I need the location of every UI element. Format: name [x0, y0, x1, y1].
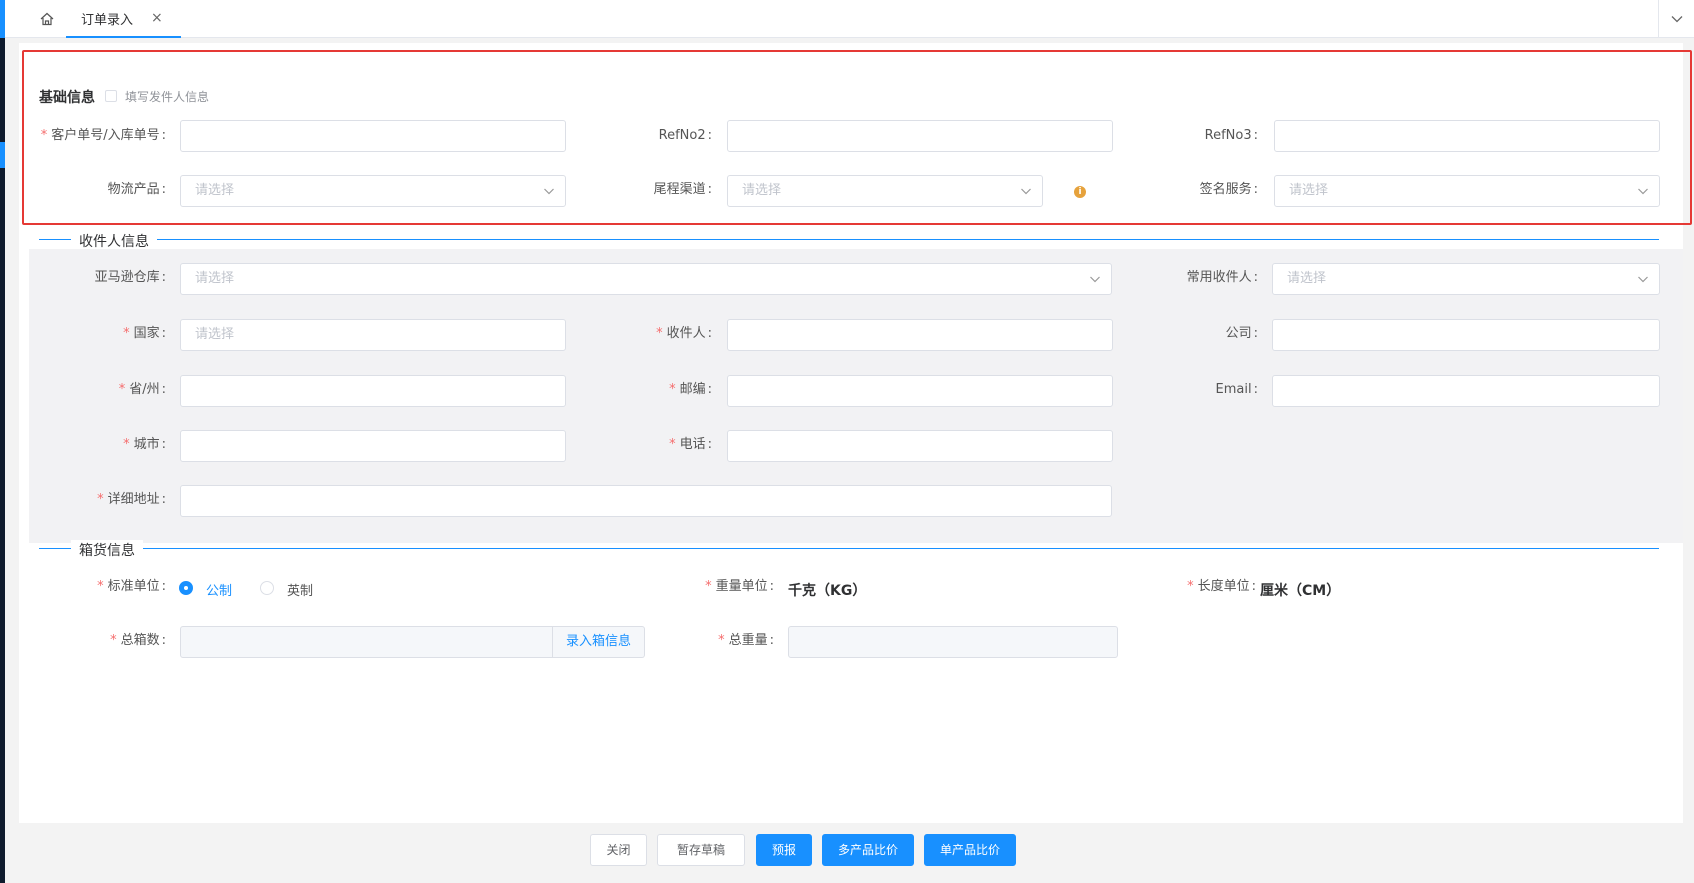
fill-sender-checkbox[interactable]	[105, 90, 117, 102]
home-icon	[40, 12, 54, 26]
chevron-down-icon	[544, 188, 554, 195]
total-boxes-label: * 总箱数:	[110, 633, 166, 648]
length-unit-label: * 长度单位:	[1187, 579, 1256, 594]
state-label: * 省/州:	[118, 382, 166, 397]
basic-info-title: 基础信息	[39, 90, 95, 106]
chevron-down-icon	[1638, 188, 1648, 195]
cargo-divider	[39, 548, 1659, 549]
logistics-product-label: 物流产品:	[107, 182, 166, 197]
common-recipient-label: 常用收件人:	[1186, 270, 1258, 285]
enter-box-info-button[interactable]: 录入箱信息	[553, 626, 645, 658]
last-mile-channel-placeholder: 请选择	[742, 183, 782, 198]
amazon-warehouse-label: 亚马逊仓库:	[94, 270, 166, 285]
cargo-info-title: 箱货信息	[71, 540, 143, 560]
multi-product-compare-button[interactable]: 多产品比价	[822, 834, 914, 866]
info-icon[interactable]: i	[1074, 186, 1086, 198]
postcode-label: * 邮编:	[669, 382, 712, 397]
metric-label[interactable]: 公制	[206, 580, 232, 599]
amazon-warehouse-select[interactable]: 请选择	[180, 263, 1112, 295]
country-placeholder: 请选择	[195, 327, 235, 342]
recipient-input[interactable]	[727, 319, 1113, 351]
tab-order-entry[interactable]: 订单录入 ×	[66, 0, 181, 38]
logistics-product-placeholder: 请选择	[195, 183, 235, 198]
country-label: * 国家:	[123, 326, 166, 341]
common-recipient-placeholder: 请选择	[1287, 271, 1327, 286]
left-nav-strip	[0, 0, 5, 883]
amazon-warehouse-placeholder: 请选择	[195, 271, 235, 286]
imperial-label[interactable]: 英制	[287, 580, 313, 599]
signature-service-select[interactable]: 请选择	[1274, 175, 1660, 207]
city-input[interactable]	[180, 430, 566, 462]
phone-label: * 电话:	[669, 437, 712, 452]
refno3-input[interactable]	[1274, 120, 1660, 152]
email-input[interactable]	[1272, 375, 1660, 407]
weight-unit-value: 千克（KG）	[788, 583, 867, 599]
company-label: 公司:	[1225, 326, 1258, 341]
postcode-input[interactable]	[727, 375, 1113, 407]
length-unit-value: 厘米（CM）	[1260, 583, 1341, 599]
last-mile-channel-select[interactable]: 请选择	[727, 175, 1043, 207]
recipient-divider	[39, 239, 1659, 240]
fill-sender-label: 填写发件人信息	[125, 90, 210, 104]
recipient-label: * 收件人:	[656, 326, 712, 341]
signature-service-placeholder: 请选择	[1289, 183, 1329, 198]
total-weight-input	[788, 626, 1118, 658]
close-button[interactable]: 关闭	[590, 834, 647, 866]
imperial-radio[interactable]	[260, 581, 274, 595]
logistics-product-select[interactable]: 请选择	[180, 175, 566, 207]
standard-unit-label: * 标准单位:	[97, 579, 166, 594]
save-draft-button[interactable]: 暂存草稿	[657, 834, 745, 866]
customer-no-input[interactable]	[180, 120, 566, 152]
common-recipient-select[interactable]: 请选择	[1272, 263, 1660, 295]
city-label: * 城市:	[123, 437, 166, 452]
tab-bar: 订单录入 ×	[5, 0, 1694, 38]
nav-strip-highlight-mid	[0, 142, 5, 168]
chevron-down-icon	[1090, 276, 1100, 283]
home-tab[interactable]	[23, 0, 71, 38]
last-mile-channel-label: 尾程渠道:	[653, 182, 712, 197]
customer-no-label: * 客户单号/入库单号:	[40, 128, 166, 143]
country-select[interactable]: 请选择	[180, 319, 566, 351]
signature-service-label: 签名服务:	[1199, 182, 1258, 197]
total-boxes-input	[180, 626, 553, 658]
forecast-button[interactable]: 预报	[756, 834, 812, 866]
email-label: Email:	[1215, 382, 1258, 397]
close-icon[interactable]: ×	[151, 10, 163, 26]
address-label: * 详细地址:	[97, 492, 166, 507]
state-input[interactable]	[180, 375, 566, 407]
metric-radio[interactable]	[179, 581, 193, 595]
recipient-info-title: 收件人信息	[71, 231, 157, 251]
tab-order-entry-label: 订单录入	[81, 12, 134, 28]
weight-unit-label: * 重量单位:	[705, 579, 774, 594]
chevron-down-icon	[1021, 188, 1031, 195]
refno2-input[interactable]	[727, 120, 1113, 152]
chevron-down-icon	[1671, 16, 1682, 23]
phone-input[interactable]	[727, 430, 1113, 462]
tab-list-dropdown[interactable]	[1658, 0, 1694, 38]
total-weight-label: * 总重量:	[718, 633, 774, 648]
refno2-label: RefNo2:	[658, 128, 712, 143]
company-input[interactable]	[1272, 319, 1660, 351]
address-input[interactable]	[180, 485, 1112, 517]
chevron-down-icon	[1638, 276, 1648, 283]
refno3-label: RefNo3:	[1204, 128, 1258, 143]
single-product-compare-button[interactable]: 单产品比价	[924, 834, 1016, 866]
